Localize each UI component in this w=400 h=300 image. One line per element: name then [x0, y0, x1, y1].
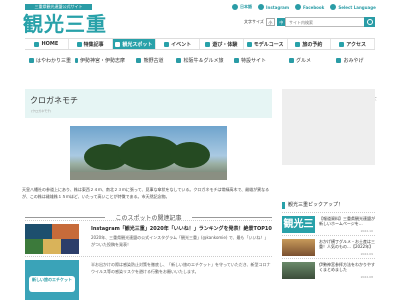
subnav-gourmet[interactable]: グルメ — [275, 55, 325, 66]
pickup-date: 2022.08 — [360, 275, 373, 279]
thumbnail-caption: 新しい旅のエチケット — [29, 276, 75, 292]
nav-activities[interactable]: 遊び・体験 — [200, 39, 244, 49]
nav-features[interactable]: 特集記事 — [69, 39, 113, 49]
map-icon — [28, 58, 34, 63]
pickup-date: 2022.09 — [360, 252, 373, 256]
search-icon[interactable] — [364, 17, 375, 27]
facebook-icon — [295, 4, 302, 10]
font-size-small-button[interactable]: 小 — [265, 18, 275, 26]
header-links: 日本語 Instagram Facebook Select Language — [232, 4, 376, 10]
tree-shape — [170, 142, 210, 168]
nav-access[interactable]: アクセス — [331, 39, 375, 49]
nav-events[interactable]: イベント — [156, 39, 200, 49]
nav-model-course[interactable]: モデルコース — [244, 39, 288, 49]
trail-icon — [136, 58, 142, 63]
main-nav: HOME 特集記事 観光スポット イベント 遊び・体験 モデルコース 旅の予約 … — [25, 38, 375, 50]
route-icon — [246, 41, 252, 47]
camera-icon — [115, 41, 121, 47]
translate-icon — [330, 4, 337, 10]
nav-home[interactable]: HOME — [25, 39, 69, 49]
food-icon — [288, 58, 294, 63]
pickup-thumbnail — [282, 262, 315, 279]
header: 三重県観光連盟公式サイト 観光三重 日本語 Instagram Facebook… — [0, 0, 400, 37]
page-title: クロガネモチ — [30, 96, 78, 105]
article-thumbnail: 新しい旅のエチケット — [25, 260, 79, 300]
star-icon — [233, 58, 239, 63]
book-icon — [76, 41, 82, 47]
subnav-souvenir[interactable]: おみやげ — [325, 55, 375, 66]
gift-icon — [336, 58, 342, 63]
search-input[interactable] — [285, 17, 375, 27]
page-title-box: クロガネモチ (クロガネモチ) — [25, 89, 272, 118]
article-excerpt: 半お出かけの際は感染防止対策を徹底し、「新しい旅のエチケット」を守っていただき、… — [91, 262, 271, 274]
boat-icon — [205, 41, 211, 47]
shrine-icon — [75, 58, 78, 63]
suitcase-icon — [295, 41, 301, 47]
spot-description: 天皇八幡社の参道上にあり、株は東西２４ｍ、南北２３ｍに張って、見事な傘状をなして… — [22, 187, 270, 199]
subnav-kumano[interactable]: 熊野古道 — [125, 55, 175, 66]
globe-icon — [232, 4, 238, 10]
related-article[interactable]: Instagram「観光三重」2020年「いいね！」ランキングを発表！絶景TOP… — [25, 220, 272, 254]
nav-spots[interactable]: 観光スポット — [112, 39, 157, 49]
article-excerpt: 2020年、三重県観光連盟の公式インスタグラム「観光三重」(@kankomie)… — [91, 235, 269, 247]
pickup-date: 2022.10 — [360, 229, 373, 233]
pickup-text: おかげ横丁グルメ・お土産は三重！人気のもの…【2022年】 — [319, 239, 375, 249]
beef-icon — [176, 58, 182, 63]
pickup-thumbnail — [282, 239, 315, 256]
train-icon — [339, 41, 345, 47]
spot-photo — [70, 126, 227, 180]
sub-nav: はやわかり三重 伊勢神宮・伊勢志摩 熊野古道 松阪牛＆グルメ旅 特設サイト グル… — [25, 55, 375, 66]
article-title: Instagram「観光三重」2020年「いいね！」ランキングを発表！絶景TOP… — [91, 226, 272, 232]
pickup-text: 【報道資料】三重県観光連盟が新しいホームページを… — [319, 216, 375, 226]
related-article[interactable]: 新しい旅のエチケット 半お出かけの際は感染防止対策を徹底し、「新しい旅のエチケッ… — [25, 256, 272, 300]
sidebar-banner[interactable] — [282, 89, 375, 165]
page-title-reading: (クロガネモチ) — [31, 109, 52, 113]
subnav-special[interactable]: 特設サイト — [225, 55, 275, 66]
pickup-heading: 観光三重ピックアップ！ — [282, 202, 375, 209]
pickup-item[interactable]: 観光三重 【報道資料】三重県観光連盟が新しいホームページを… 2022.10 — [282, 212, 375, 234]
pickup-item[interactable]: 伊勢神宮参拝方法をわかりやすくまとめました 2022.08 — [282, 258, 375, 280]
nav-booking[interactable]: 旅の予約 — [288, 39, 332, 49]
site-logo[interactable]: 観光三重 — [23, 8, 107, 37]
subnav-overview[interactable]: はやわかり三重 — [25, 55, 75, 66]
pickup-text: 伊勢神宮参拝方法をわかりやすくまとめました — [319, 262, 375, 272]
select-language-link[interactable]: Select Language — [330, 4, 376, 10]
instagram-icon — [258, 4, 264, 10]
font-size-label: 文字サイズ — [244, 19, 264, 24]
ground-shape — [70, 172, 227, 180]
pickup-thumbnail: 観光三重 — [282, 216, 315, 233]
subnav-ise[interactable]: 伊勢神宮・伊勢志摩 — [75, 55, 125, 66]
home-icon — [34, 41, 40, 47]
language-link[interactable]: 日本語 — [232, 4, 252, 10]
instagram-link[interactable]: Instagram — [258, 4, 289, 10]
flag-icon — [164, 41, 170, 47]
facebook-link[interactable]: Facebook — [295, 4, 324, 10]
article-thumbnail — [25, 224, 79, 254]
pickup-item[interactable]: おかげ横丁グルメ・お土産は三重！人気のもの…【2022年】 2022.09 — [282, 235, 375, 257]
subnav-matsusaka[interactable]: 松阪牛＆グルメ旅 — [175, 55, 225, 66]
